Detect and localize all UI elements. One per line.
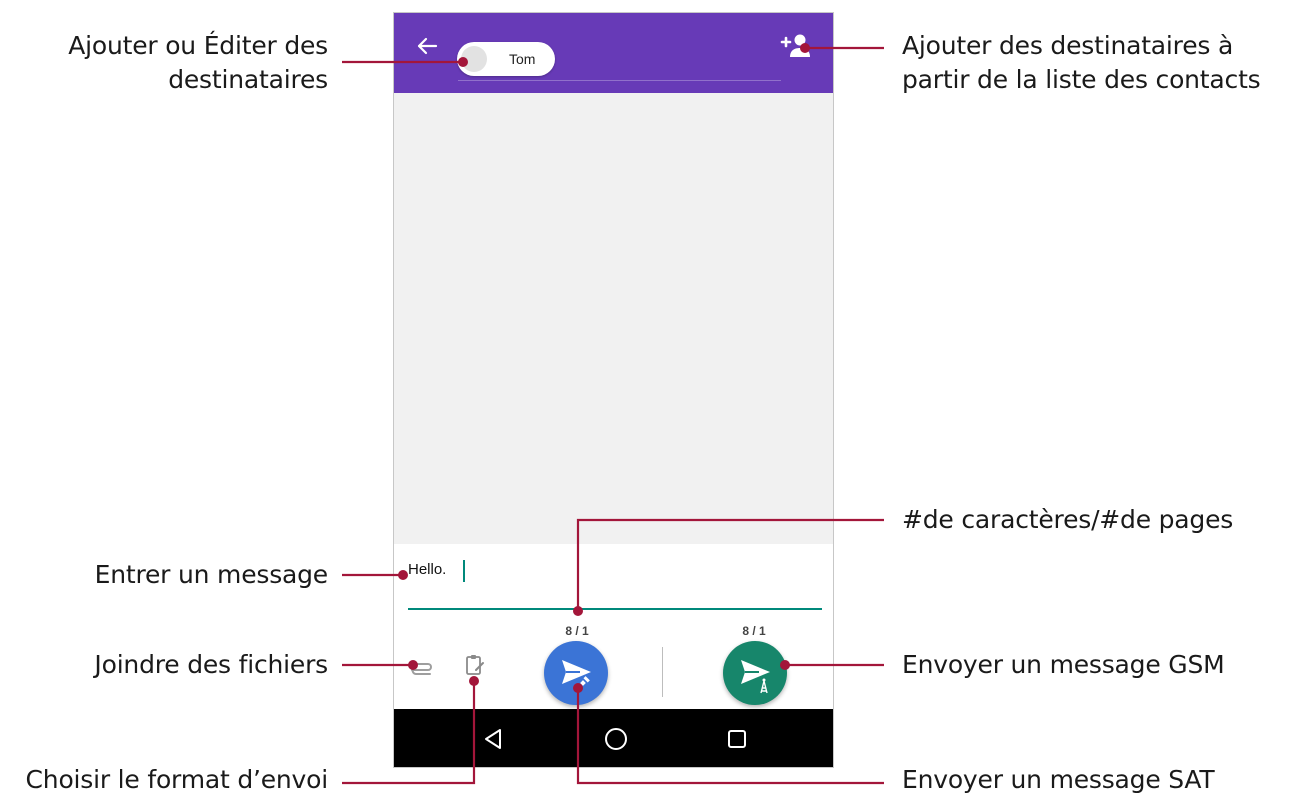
- person-add-icon[interactable]: [779, 31, 815, 61]
- phone-screen: Tom Hello. 8 / 1 8 / 1: [393, 12, 834, 768]
- avatar: [461, 46, 487, 72]
- recipient-field-underline: [458, 80, 781, 81]
- triangle-back-icon[interactable]: [478, 724, 508, 754]
- callout-char-page-count: #de caractères/#de pages: [902, 505, 1234, 534]
- app-bar: Tom: [394, 13, 833, 93]
- sat-char-page-counter: 8 / 1: [565, 624, 589, 638]
- send-antenna-icon: [741, 660, 770, 694]
- gsm-char-page-counter: 8 / 1: [742, 624, 766, 638]
- send-sat-button[interactable]: [544, 641, 608, 705]
- paperclip-icon[interactable]: [408, 658, 436, 680]
- callout-send-format: Choisir le format d’envoi: [25, 765, 329, 794]
- callout-attach-files: Joindre des fichiers: [94, 650, 328, 679]
- compose-area: Hello. 8 / 1 8 / 1: [394, 544, 833, 709]
- callout-edit-recipients-line1: Ajouter ou Éditer des: [68, 31, 328, 60]
- recipient-chip[interactable]: Tom: [457, 42, 555, 76]
- circle-home-icon[interactable]: [601, 724, 631, 754]
- text-cursor: [463, 560, 465, 582]
- callout-add-from-contacts: Ajouter des destinataires à partir de la…: [902, 29, 1261, 97]
- callout-add-from-contacts-line2: partir de la liste des contacts: [902, 65, 1261, 94]
- callout-enter-message: Entrer un message: [94, 560, 329, 589]
- message-input[interactable]: Hello.: [408, 561, 446, 578]
- callout-edit-recipients: Ajouter ou Éditer des destinataires: [68, 29, 328, 97]
- send-satellite-icon: [562, 660, 591, 691]
- clipboard-edit-icon[interactable]: [464, 653, 486, 677]
- callout-edit-recipients-line2: destinataires: [168, 65, 328, 94]
- send-gsm-button[interactable]: [723, 641, 787, 705]
- send-button-divider: [662, 647, 663, 697]
- recipient-chip-name: Tom: [509, 51, 536, 67]
- square-recent-icon[interactable]: [722, 724, 752, 754]
- callout-send-sat: Envoyer un message SAT: [902, 765, 1215, 794]
- arrow-back-icon[interactable]: [414, 33, 440, 59]
- message-input-underline: [408, 608, 822, 610]
- system-nav-bar: [394, 709, 833, 767]
- callout-send-gsm: Envoyer un message GSM: [902, 650, 1225, 679]
- callout-add-from-contacts-line1: Ajouter des destinataires à: [902, 31, 1234, 60]
